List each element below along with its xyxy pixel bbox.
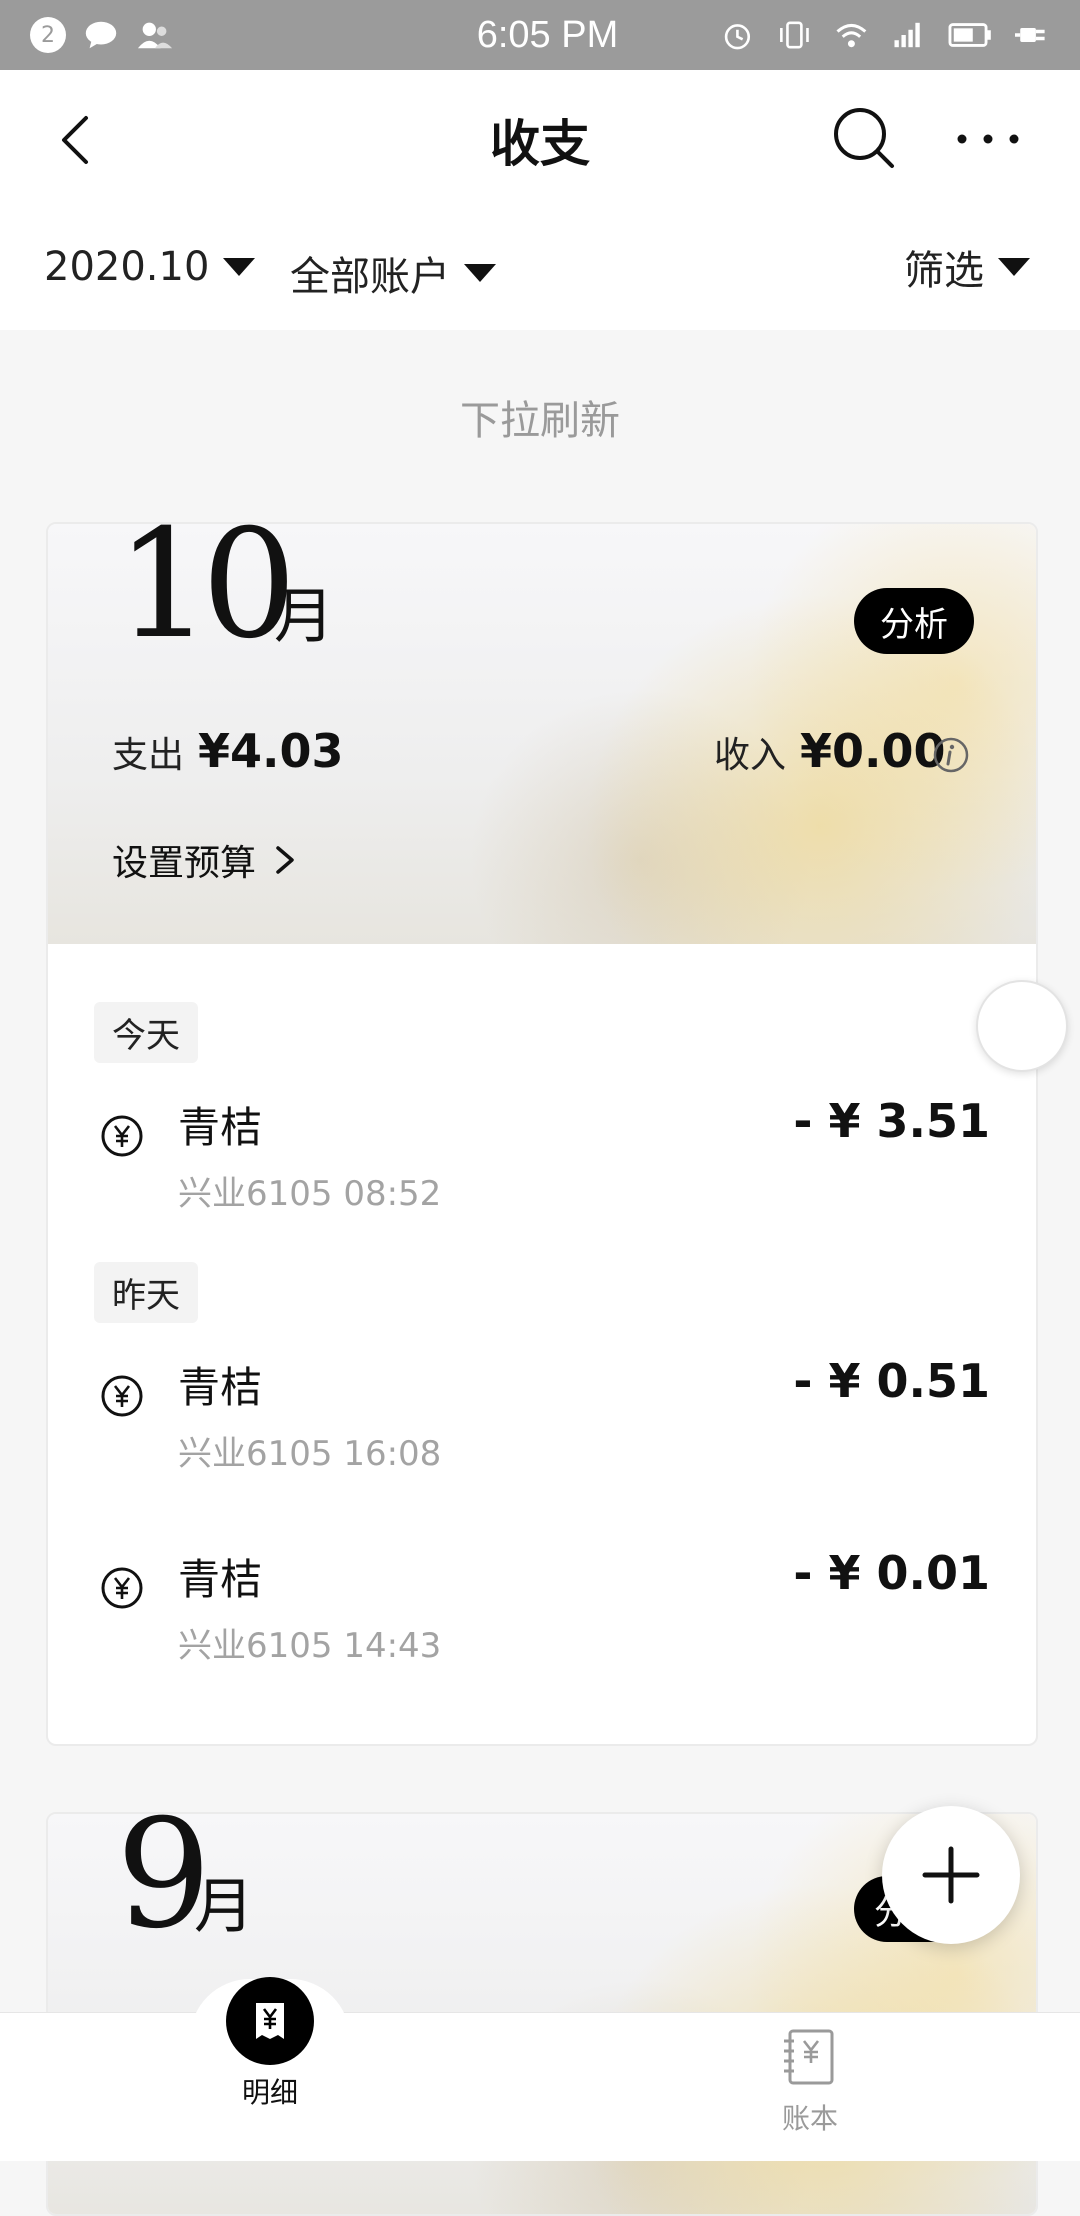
status-time: 6:05 PM [476, 13, 619, 56]
day-label-yesterday: 昨天 [94, 1262, 198, 1323]
month-card-october: 10 月 分析 支出 ¥4.03 收入 ¥0.00 设置预算 今天 青桔 兴业6… [46, 522, 1038, 1746]
transaction-amount: - ¥ 0.51 [793, 1354, 990, 1408]
nav-tab-details-label: 明细 [241, 2076, 298, 2109]
transaction-row[interactable]: 青桔 兴业6105 16:08 - ¥ 0.51 [48, 1354, 1036, 1514]
spend-summary: 支出 ¥4.03 [112, 724, 344, 778]
signal-icon [893, 22, 920, 48]
caret-down-icon [998, 258, 1030, 276]
month-selector[interactable]: 2020.10 [44, 244, 256, 290]
month-unit: 月 [274, 582, 334, 652]
analysis-button[interactable]: 分析 [854, 588, 974, 654]
account-selector-label: 全部账户 [290, 254, 450, 300]
status-bar: 2 6:05 PM [0, 0, 1080, 70]
month-number: 9 [116, 1812, 211, 1962]
transaction-row[interactable]: 青桔 兴业6105 08:52 - ¥ 3.51 [48, 1094, 1036, 1254]
filter-selector[interactable]: 筛选 [904, 238, 1030, 296]
transaction-detail: 兴业6105 08:52 [178, 1174, 442, 1214]
day-label-today: 今天 [94, 1002, 198, 1063]
income-value: ¥0.00 [800, 724, 946, 778]
chevron-right-icon [276, 846, 294, 874]
vibrate-icon [779, 21, 809, 49]
transaction-detail: 兴业6105 14:43 [178, 1626, 442, 1666]
notification-count-badge: 2 [30, 17, 66, 53]
month-summary-header: 10 月 分析 支出 ¥4.03 收入 ¥0.00 设置预算 [48, 524, 1036, 944]
caret-down-icon [464, 264, 496, 282]
message-icon [85, 21, 117, 49]
info-icon[interactable] [932, 736, 970, 774]
transaction-merchant: 青桔 [178, 1363, 263, 1412]
contacts-icon [137, 22, 173, 49]
alarm-icon [724, 24, 751, 50]
pull-to-refresh-hint: 下拉刷新 [460, 398, 620, 444]
income-summary: 收入 ¥0.00 [714, 724, 946, 778]
set-budget-link[interactable]: 设置预算 [112, 834, 298, 886]
search-icon[interactable] [830, 104, 898, 172]
charging-plug-icon [1015, 28, 1045, 42]
spend-value: ¥4.03 [198, 724, 344, 778]
ledger-book-icon [784, 2029, 834, 2085]
receipt-yuan-icon [226, 1977, 314, 2065]
app-header: 收支 [0, 70, 1080, 210]
transaction-merchant: 青桔 [178, 1555, 263, 1604]
month-selector-label: 2020.10 [44, 244, 210, 290]
transaction-amount: - ¥ 3.51 [793, 1094, 990, 1148]
transaction-row[interactable]: 青桔 兴业6105 14:43 - ¥ 0.01 [48, 1546, 1036, 1706]
nav-tab-details[interactable]: 明细 [220, 1977, 320, 2111]
account-selector[interactable]: 全部账户 [290, 244, 496, 302]
filter-selector-label: 筛选 [904, 248, 984, 294]
yuan-circle-icon [101, 1375, 143, 1417]
yuan-circle-icon [101, 1115, 143, 1157]
add-record-button[interactable] [882, 1806, 1020, 1944]
transaction-detail: 兴业6105 16:08 [178, 1434, 442, 1474]
nav-tab-books-label: 账本 [781, 2102, 838, 2135]
wifi-icon [836, 23, 867, 48]
transaction-amount: - ¥ 0.01 [793, 1546, 990, 1600]
month-number: 10 [116, 522, 297, 672]
yuan-circle-icon [101, 1567, 143, 1609]
income-label: 收入 [714, 735, 787, 776]
more-options-icon[interactable] [956, 130, 1020, 148]
battery-icon [948, 23, 992, 47]
caret-down-icon [223, 258, 256, 276]
month-unit: 月 [194, 1872, 254, 1942]
transaction-merchant: 青桔 [178, 1103, 263, 1152]
spend-label: 支出 [112, 735, 185, 776]
plus-icon [922, 1846, 980, 1904]
page-title: 收支 [490, 115, 590, 173]
set-budget-label: 设置预算 [112, 843, 257, 884]
floating-assistant-handle[interactable] [976, 980, 1068, 1072]
nav-tab-books[interactable]: 账本 [760, 2027, 860, 2137]
bottom-navigation: 明细 账本 [0, 1977, 1080, 2161]
filter-bar: 2020.10 全部账户 筛选 [0, 210, 1080, 330]
